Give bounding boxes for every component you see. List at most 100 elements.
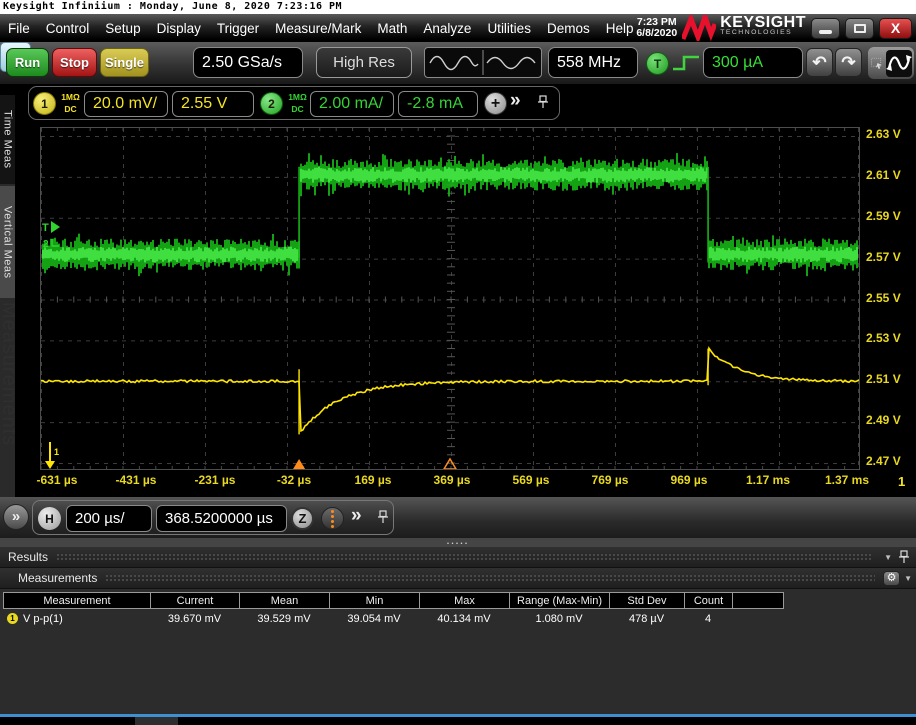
menu-control[interactable]: Control	[38, 21, 98, 36]
clock-date: 6/8/2020	[636, 28, 677, 39]
tab-time-meas[interactable]: Time Meas	[0, 95, 15, 184]
expand-panel-button[interactable]: »	[3, 504, 29, 530]
column-header[interactable]: Min	[330, 593, 420, 608]
menu-math[interactable]: Math	[369, 21, 415, 36]
add-channel-button[interactable]: +	[484, 92, 507, 115]
column-header[interactable]: Measurement	[4, 593, 151, 608]
x-tick-label: 169 µs	[338, 473, 408, 487]
bandwidth-field[interactable]: 558 MHz	[548, 47, 638, 78]
sample-rate-field[interactable]: 2.50 GSa/s	[193, 47, 303, 78]
y-tick-label: 2.59 V	[866, 209, 901, 225]
menu-setup[interactable]: Setup	[97, 21, 148, 36]
column-header[interactable]: Std Dev	[610, 593, 685, 608]
keysight-logo: KEYSIGHT TECHNOLOGIES	[682, 15, 806, 41]
x-tick-label: -631 µs	[22, 473, 92, 487]
measurements-title: Measurements	[18, 571, 97, 585]
close-button[interactable]: X	[879, 18, 912, 39]
collapse-triangle-icon[interactable]: ▼	[904, 574, 912, 583]
x-tick-label: -431 µs	[101, 473, 171, 487]
stop-button[interactable]: Stop	[52, 48, 97, 77]
menu-analyze[interactable]: Analyze	[415, 21, 479, 36]
menu-demos[interactable]: Demos	[539, 21, 598, 36]
results-header[interactable]: Results ▼	[0, 547, 916, 568]
trigger-level-marker[interactable]: T	[42, 222, 49, 234]
y-tick-label: 2.47 V	[866, 454, 901, 470]
menu-items: FileControlSetupDisplayTriggerMeasure/Ma…	[0, 21, 641, 36]
x-tick-label: -32 µs	[259, 473, 329, 487]
panel-splitter[interactable]: .....	[0, 538, 916, 547]
menu-help[interactable]: Help	[598, 21, 642, 36]
zoom-button[interactable]: Z	[291, 507, 314, 530]
brand-name: KEYSIGHT	[720, 18, 806, 28]
measurement-name-cell: 1V p-p(1)	[3, 613, 150, 625]
horizontal-fit-button[interactable]	[886, 50, 912, 77]
menu-utilities[interactable]: Utilities	[479, 21, 539, 36]
column-header[interactable]: Mean	[240, 593, 330, 608]
expand-chevron-icon[interactable]: »	[510, 90, 521, 112]
table-row[interactable]: 1V p-p(1)39.670 mV39.529 mV39.054 mV40.1…	[3, 609, 784, 628]
waveform-preview-icon[interactable]	[424, 47, 542, 78]
minimize-button[interactable]	[811, 18, 840, 39]
tab-vertical-meas[interactable]: Vertical Meas	[0, 186, 15, 298]
pin-icon[interactable]	[537, 95, 549, 110]
channel-2-offset-field[interactable]: -2.8 mA	[398, 91, 478, 117]
column-header[interactable]: Current	[151, 593, 240, 608]
channel-2-ground-marker[interactable]: 2	[43, 239, 49, 250]
menu-trigger[interactable]: Trigger	[209, 21, 267, 36]
horizontal-badge[interactable]: H	[38, 507, 61, 530]
horizontal-bar: » H 200 µs/ 368.5200000 µs Z »	[0, 497, 916, 538]
channel-2-scale-field[interactable]: 2.00 mA/	[310, 91, 394, 117]
column-header[interactable]: Range (Max-Min)	[510, 593, 610, 608]
channel-2-coupling[interactable]: 1MΩ DC	[285, 91, 310, 115]
maximize-button[interactable]	[845, 18, 874, 39]
results-panel: Results ▼ Measurements ⚙ ▼ MeasurementCu…	[0, 547, 916, 714]
x-tick-label: 1.17 ms	[733, 473, 803, 487]
horizontal-group: H 200 µs/ 368.5200000 µs Z »	[32, 500, 394, 535]
trigger-level-field[interactable]: 300 µA	[703, 47, 803, 78]
gear-icon[interactable]: ⚙	[883, 571, 900, 586]
column-header[interactable]: Max	[420, 593, 510, 608]
redo-button[interactable]: ↷	[835, 48, 862, 77]
region-zoom-icon[interactable]	[870, 51, 884, 75]
single-button[interactable]: Single	[100, 48, 149, 77]
waveform-plot[interactable]: T21	[40, 127, 860, 470]
menu-display[interactable]: Display	[149, 21, 209, 36]
rising-edge-icon[interactable]	[671, 52, 701, 74]
channel-1-coupling[interactable]: 1MΩ DC	[58, 91, 83, 115]
channel-1-offset-field[interactable]: 2.55 V	[172, 91, 254, 117]
collapse-triangle-icon[interactable]: ▼	[884, 553, 892, 562]
acquisition-mode-button[interactable]: High Res	[316, 47, 412, 78]
menu-right-cluster: 7:23 PM 6/8/2020 KEYSIGHT TECHNOLOGIES X	[636, 14, 912, 42]
menu-file[interactable]: File	[0, 21, 38, 36]
x-tick-label: 969 µs	[654, 473, 724, 487]
dotted-leader	[105, 574, 875, 583]
maximize-icon	[854, 24, 866, 33]
run-button[interactable]: Run	[6, 48, 49, 77]
y-tick-label: 2.61 V	[866, 168, 901, 184]
channel-2-badge[interactable]: 2	[260, 92, 283, 115]
undo-button[interactable]: ↶	[806, 48, 833, 77]
redo-icon: ↷	[841, 53, 855, 73]
horizontal-position-field[interactable]: 368.5200000 µs	[156, 505, 287, 532]
x-tick-label: 1.37 ms	[812, 473, 882, 487]
clock: 7:23 PM 6/8/2020	[636, 17, 677, 39]
oscilloscope-app: Keysight Infiniium : Monday, June 8, 202…	[0, 0, 916, 725]
channel-1-badge[interactable]: 1	[33, 92, 56, 115]
channel-1-scale-field[interactable]: 20.0 mV/	[84, 91, 168, 117]
y-tick-label: 2.57 V	[866, 250, 901, 266]
trigger-source-button[interactable]: T	[646, 52, 669, 75]
taskbar-button[interactable]	[135, 717, 178, 725]
markers-button[interactable]	[321, 507, 344, 530]
timebase-field[interactable]: 200 µs/	[66, 505, 152, 532]
menu-measure-mark[interactable]: Measure/Mark	[267, 21, 369, 36]
x-tick-label: 369 µs	[417, 473, 487, 487]
pin-icon[interactable]	[898, 550, 910, 565]
pin-icon[interactable]	[377, 510, 389, 525]
minimize-icon	[819, 30, 832, 34]
x-tick-label: 769 µs	[575, 473, 645, 487]
time-axis: -631 µs-431 µs-231 µs-32 µs169 µs369 µs5…	[22, 473, 902, 491]
menu-bar: FileControlSetupDisplayTriggerMeasure/Ma…	[0, 14, 916, 42]
column-header[interactable]: Count	[685, 593, 733, 608]
expand-chevron-icon[interactable]: »	[351, 505, 362, 527]
measurements-header[interactable]: Measurements ⚙ ▼	[0, 568, 916, 589]
